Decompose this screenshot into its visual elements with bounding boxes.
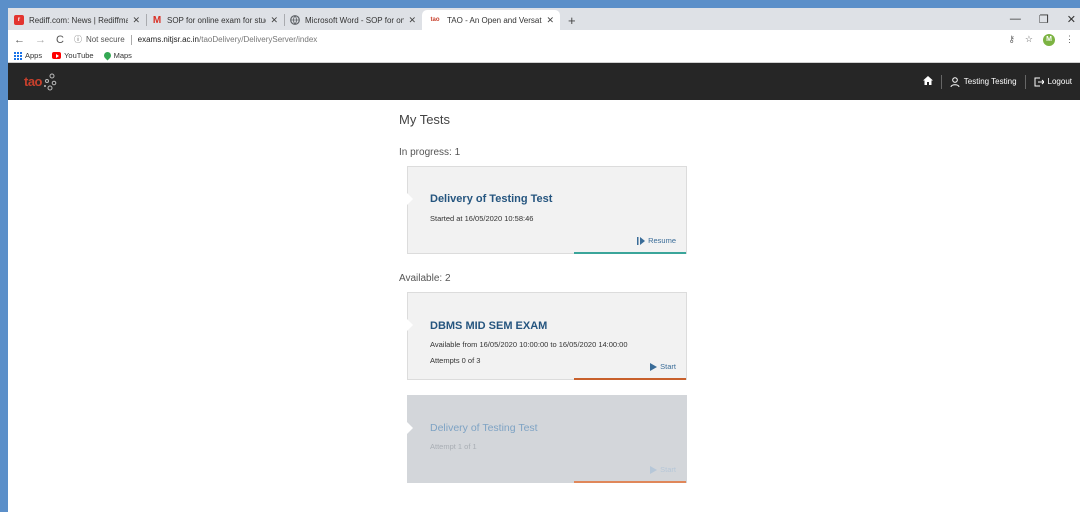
browser-toolbar: ← → C ⓘ Not secure exams.nitjsr.ac.in/ta… — [8, 30, 1080, 49]
test-attempts: Attempt 1 of 1 — [430, 442, 477, 451]
divider — [1024, 74, 1026, 89]
tab-title: Rediff.com: News | Rediffmail | St — [29, 15, 129, 25]
in-progress-heading: In progress: 1 — [399, 147, 461, 158]
play-icon — [650, 362, 658, 371]
resume-icon — [637, 236, 646, 245]
close-icon[interactable]: ✕ — [132, 15, 140, 26]
bookmark-label: YouTube — [64, 51, 94, 60]
home-icon[interactable] — [922, 76, 933, 87]
logout-icon — [1034, 77, 1044, 86]
test-title: Delivery of Testing Test — [430, 422, 538, 434]
window-controls: — ❐ ✕ — [1010, 8, 1076, 30]
new-tab-button[interactable]: + — [560, 10, 584, 30]
close-icon[interactable]: ✕ — [270, 15, 278, 26]
tao-logo[interactable]: tao — [24, 73, 57, 91]
url-path: /taoDelivery/DeliveryServer/index — [199, 35, 318, 44]
test-title: DBMS MID SEM EXAM — [430, 320, 548, 332]
start-label: Start — [660, 362, 676, 371]
resume-label: Resume — [648, 236, 676, 245]
header-actions: Testing Testing Logout — [922, 74, 1072, 89]
logo-text: tao — [24, 74, 43, 89]
test-availability: Available from 16/05/2020 10:00:00 to 16… — [430, 340, 628, 349]
progress-accent-bar — [574, 252, 686, 254]
browser-window: r Rediff.com: News | Rediffmail | St ✕ M… — [8, 8, 1080, 512]
logout-button[interactable]: Logout — [1034, 77, 1072, 87]
page-title: My Tests — [399, 112, 451, 127]
forward-arrow-icon[interactable]: → — [35, 34, 46, 46]
bookmarks-bar: Apps YouTube Maps — [8, 49, 1080, 63]
youtube-icon — [52, 52, 62, 59]
minimize-icon[interactable]: — — [1010, 13, 1021, 25]
close-window-icon[interactable]: ✕ — [1067, 13, 1076, 26]
start-button-disabled: Start — [650, 465, 676, 474]
user-menu[interactable]: Testing Testing — [950, 76, 1017, 87]
tao-header: tao Testing Testing Logout — [8, 63, 1080, 100]
available-heading: Available: 2 — [399, 273, 451, 284]
tab-strip: r Rediff.com: News | Rediffmail | St ✕ M… — [8, 8, 1080, 30]
test-started-at: Started at 16/05/2020 10:58:46 — [430, 214, 534, 223]
close-icon[interactable]: ✕ — [408, 15, 416, 26]
logo-nodes-icon — [44, 73, 57, 90]
accent-bar — [574, 481, 686, 483]
test-card-disabled: Delivery of Testing Test Attempt 1 of 1 … — [407, 395, 687, 483]
menu-kebab-icon[interactable]: ⋮ — [1065, 34, 1074, 45]
bookmark-youtube[interactable]: YouTube — [52, 51, 94, 60]
play-icon — [650, 465, 658, 474]
key-icon[interactable]: ⚷ — [1008, 34, 1015, 45]
close-icon[interactable]: ✕ — [546, 15, 554, 26]
bookmark-label: Maps — [113, 51, 132, 60]
main-content: My Tests In progress: 1 Delivery of Test… — [8, 100, 1080, 500]
tab-word[interactable]: Microsoft Word - SOP for online ✕ — [284, 10, 422, 30]
tab-title: TAO - An Open and Versatile Co — [447, 15, 542, 25]
apps-grid-icon — [14, 51, 22, 60]
test-title: Delivery of Testing Test — [430, 193, 553, 205]
bookmark-apps[interactable]: Apps — [14, 51, 42, 60]
user-icon — [950, 76, 960, 87]
tab-title: Microsoft Word - SOP for online — [305, 15, 405, 25]
tao-favicon-icon: tao — [430, 17, 440, 23]
maps-pin-icon — [102, 50, 113, 61]
tab-tao[interactable]: tao TAO - An Open and Versatile Co ✕ — [422, 10, 560, 30]
divider — [130, 34, 132, 45]
globe-icon — [290, 15, 300, 25]
user-name: Testing Testing — [963, 77, 1017, 86]
logout-label: Logout — [1047, 77, 1072, 86]
address-bar[interactable]: ⓘ Not secure exams.nitjsr.ac.in/taoDeliv… — [74, 34, 998, 45]
restore-icon[interactable]: ❐ — [1039, 13, 1049, 26]
reload-icon[interactable]: C — [56, 34, 64, 46]
test-card-in-progress[interactable]: Delivery of Testing Test Started at 16/0… — [407, 166, 687, 254]
rediff-icon: r — [14, 15, 24, 25]
profile-avatar[interactable]: M — [1043, 33, 1055, 46]
bookmark-maps[interactable]: Maps — [102, 50, 132, 61]
accent-bar — [574, 378, 686, 380]
back-arrow-icon[interactable]: ← — [14, 34, 25, 46]
star-icon[interactable]: ☆ — [1025, 34, 1033, 45]
toolbar-actions: ⚷ ☆ M ⋮ — [1008, 33, 1074, 46]
url-host: exams.nitjsr.ac.in — [137, 35, 199, 44]
divider — [940, 74, 942, 89]
tab-rediff[interactable]: r Rediff.com: News | Rediffmail | St ✕ — [8, 10, 146, 30]
info-icon[interactable]: ⓘ — [74, 34, 82, 45]
tab-gmail[interactable]: M SOP for online exam for students ✕ — [146, 10, 284, 30]
tab-title: SOP for online exam for students — [167, 15, 266, 25]
start-button[interactable]: Start — [650, 362, 676, 371]
start-label: Start — [660, 465, 676, 474]
resume-button[interactable]: Resume — [637, 236, 676, 245]
test-attempts: Attempts 0 of 3 — [430, 356, 481, 365]
bookmark-label: Apps — [25, 51, 43, 60]
gmail-icon: M — [152, 14, 162, 26]
test-card-available[interactable]: DBMS MID SEM EXAM Available from 16/05/2… — [407, 292, 687, 380]
security-label: Not secure — [85, 35, 125, 44]
